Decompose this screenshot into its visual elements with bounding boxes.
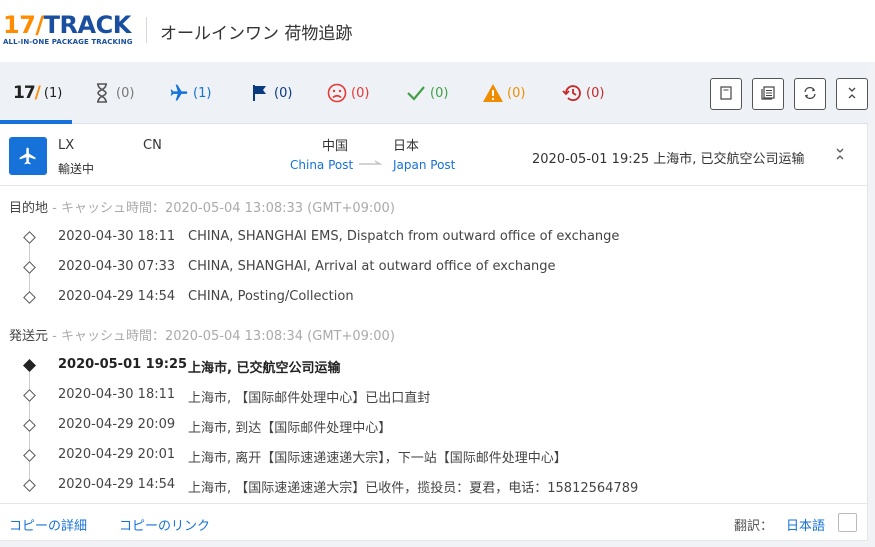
timeline-dot-icon (23, 419, 36, 432)
airplane-icon (167, 82, 191, 104)
17track-logo-icon: 17/ (13, 83, 41, 103)
timeline-dot-icon (23, 261, 36, 274)
tab-in-transit[interactable]: (1) (167, 82, 211, 104)
logo-tagline: ALL-IN-ONE PACKAGE TRACKING (3, 38, 133, 46)
history-icon (560, 82, 584, 104)
section-name: 目的地 (9, 201, 49, 216)
event-time: 2020-04-29 14:54 (58, 289, 176, 304)
timeline-dot-icon (23, 479, 36, 492)
in-transit-status-icon (9, 137, 47, 175)
logo-wordmark: 17/TRACK (3, 11, 131, 39)
event-description: CHINA, Posting/Collection (188, 289, 354, 304)
checkmark-icon (404, 82, 428, 104)
refresh-icon (803, 85, 817, 104)
shipment-summary[interactable]: LX CN 輸送中 中国 China Post 日本 Japan Post 20… (0, 124, 868, 186)
shipment-status: 輸送中 (58, 162, 95, 176)
page-title: オールインワン 荷物追跡 (160, 24, 353, 44)
sad-face-icon (325, 82, 349, 104)
latest-event: 2020-05-01 19:25 上海市, 已交航空公司运输 (532, 152, 805, 167)
event-description: 上海市, 已交航空公司运输 (188, 361, 341, 376)
cache-time: - キャッシュ時間：2020-05-04 13:08:34 (GMT+09:00… (48, 329, 395, 344)
tab-all[interactable]: 17/ (1) (13, 82, 62, 104)
copy-link-link[interactable]: コピーのリンク (119, 515, 210, 534)
page-header: 17/TRACK ALL-IN-ONE PACKAGE TRACKING オール… (0, 0, 875, 62)
event-time: 2020-04-29 20:01 (58, 447, 176, 462)
copy-list-icon (761, 85, 775, 104)
destination-section-title: 目的地 - キャッシュ時間：2020-05-04 13:08:33 (GMT+0… (9, 197, 395, 216)
tab-count: (1) (43, 85, 63, 101)
tab-alert[interactable]: (0) (481, 82, 525, 104)
event-description: 上海市, 离开【国际速递速递大宗】，下一站【国际邮件处理中心】 (188, 451, 567, 466)
copy-details-link[interactable]: コピーの詳細 (9, 515, 87, 534)
origin-country: 中国 (321, 139, 348, 154)
collapse-all-button[interactable] (836, 78, 868, 110)
tracking-number-suffix: CN (143, 138, 162, 153)
tracking-number-redaction (78, 138, 144, 153)
timeline-dot-icon (23, 231, 36, 244)
timeline-event: 2020-04-29 14:54 CHINA, Posting/Collecti… (0, 289, 868, 323)
cache-time: - キャッシュ時間：2020-05-04 13:08:33 (GMT+09:00… (48, 201, 395, 216)
timeline-dot-filled-icon (23, 359, 36, 372)
origin: 中国 China Post (290, 138, 353, 174)
tab-count: (0) (274, 85, 293, 101)
tab-count: (0) (507, 85, 526, 101)
copy-icon (720, 85, 732, 104)
tab-delivered[interactable]: (0) (404, 82, 448, 104)
tab-count: (0) (430, 85, 449, 101)
timeline-dot-icon (23, 291, 36, 304)
event-description: 上海市, 【国际邮件处理中心】已出口直封 (188, 391, 431, 406)
warning-icon (481, 82, 505, 104)
timeline-dot-icon (23, 389, 36, 402)
refresh-button[interactable] (794, 78, 826, 110)
event-description: CHINA, SHANGHAI, Arrival at outward offi… (188, 259, 556, 274)
tab-pickup[interactable]: (0) (248, 82, 292, 104)
destination-country: 日本 (393, 139, 420, 154)
header-divider (146, 17, 147, 43)
tab-expired[interactable]: (0) (560, 82, 604, 104)
event-time: 2020-04-30 18:11 (58, 229, 176, 244)
destination: 日本 Japan Post (393, 138, 455, 174)
destination-carrier-link[interactable]: Japan Post (393, 156, 455, 174)
tab-count: (0) (586, 85, 605, 101)
translate-checkbox[interactable] (838, 513, 857, 532)
event-time: 2020-04-29 14:54 (58, 477, 176, 492)
event-description: CHINA, SHANGHAI EMS, Dispatch from outwa… (188, 229, 620, 244)
tab-count: (0) (116, 85, 135, 101)
timeline-dot-icon (23, 449, 36, 462)
translate-label: 翻訳： (734, 519, 774, 534)
origin-section-title: 発送元 - キャッシュ時間：2020-05-04 13:08:34 (GMT+0… (9, 325, 395, 344)
event-time: 2020-04-30 18:11 (58, 387, 176, 402)
origin-carrier-link[interactable]: China Post (290, 156, 353, 174)
chevron-collapse-icon[interactable] (834, 146, 846, 165)
flag-icon (248, 82, 272, 104)
card-footer: コピーの詳細 コピーのリンク 翻訳： 日本語 (0, 503, 868, 541)
event-time: 2020-04-30 07:33 (58, 259, 176, 274)
event-time: 2020-04-29 20:09 (58, 417, 176, 432)
status-tabs: 17/ (1) (0) (1) (0) (0) (0) (0) (0) (0, 62, 868, 124)
17track-logo[interactable]: 17/TRACK ALL-IN-ONE PACKAGE TRACKING (3, 12, 133, 48)
hourglass-icon (90, 82, 114, 104)
event-description: 上海市, 到达【国际邮件处理中心】 (188, 421, 392, 436)
event-time: 2020-05-01 19:25 (58, 357, 188, 372)
section-name: 発送元 (9, 329, 49, 344)
tab-count: (0) (351, 85, 370, 101)
route-arrow-icon (358, 152, 383, 171)
event-description: 上海市, 【国际速递速递大宗】已收件，揽投员：夏君，电话：15812564789 (188, 481, 639, 496)
tracking-number-prefix: LX (58, 138, 75, 153)
tracking-card: 17/ (1) (0) (1) (0) (0) (0) (0) (0) LX C… (0, 62, 868, 541)
copy-all-button[interactable] (752, 78, 784, 110)
language-selector[interactable]: 日本語 (786, 515, 825, 534)
collapse-icon (846, 85, 858, 104)
copy-button[interactable] (710, 78, 742, 110)
tab-not-found[interactable]: (0) (90, 82, 134, 104)
tab-undelivered[interactable]: (0) (325, 82, 369, 104)
tab-count: (1) (193, 85, 212, 101)
